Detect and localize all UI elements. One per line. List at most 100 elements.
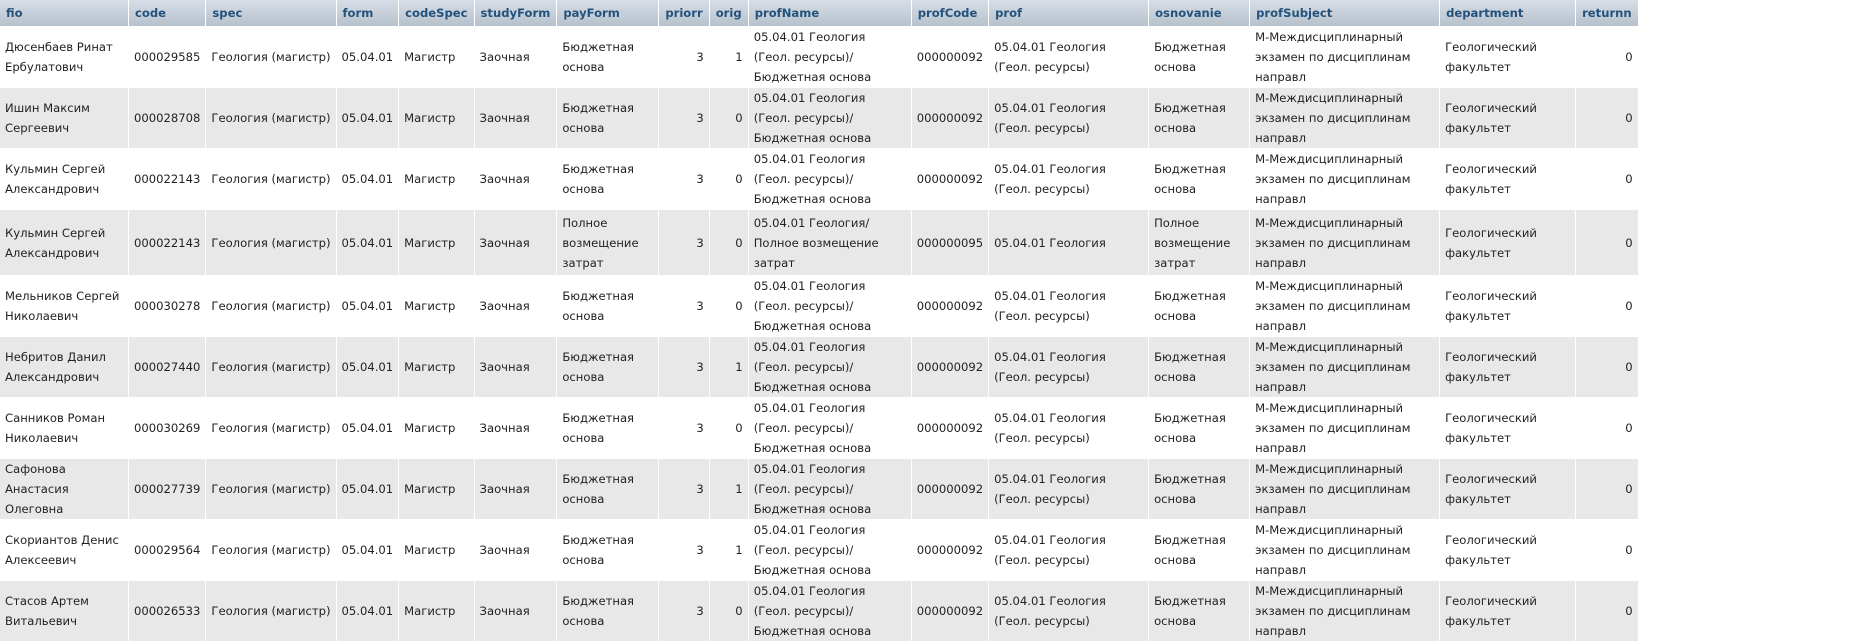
cell-studyform: Заочная — [474, 581, 558, 642]
cell-fio: Сафонова Анастасия Олеговна — [0, 459, 129, 520]
cell-osnovanie: Бюджетная основа — [1149, 27, 1251, 88]
cell-spec: Геология (магистр) — [206, 398, 337, 459]
column-header-form[interactable]: form — [336, 0, 400, 27]
cell-profname: 05.04.01 Геология (Геол. ресурсы)/Бюджет… — [748, 581, 912, 642]
cell-returnn: 0 — [1576, 27, 1639, 88]
cell-form: 05.04.01 — [336, 276, 400, 337]
cell-codespec: Магистр — [399, 276, 475, 337]
cell-returnn: 0 — [1576, 337, 1639, 398]
cell-profname: 05.04.01 Геология (Геол. ресурсы)/Бюджет… — [748, 88, 912, 149]
cell-returnn: 0 — [1576, 149, 1639, 210]
cell-studyform: Заочная — [474, 398, 558, 459]
column-header-profname[interactable]: profName — [748, 0, 912, 27]
cell-prof: 05.04.01 Геология (Геол. ресурсы) — [989, 88, 1150, 149]
cell-payform: Бюджетная основа — [557, 459, 660, 520]
cell-fio: Кульмин Сергей Александрович — [0, 149, 129, 210]
cell-form: 05.04.01 — [336, 459, 400, 520]
cell-spec: Геология (магистр) — [206, 337, 337, 398]
table-row[interactable]: Кульмин Сергей Александрович 000022143 Гео… — [0, 149, 1639, 210]
cell-profsubject: М-Междисциплинарный экзамен по дисциплин… — [1250, 27, 1441, 88]
column-header-priorr[interactable]: priorr — [659, 0, 710, 27]
cell-returnn: 0 — [1576, 581, 1639, 642]
cell-priorr: 3 — [659, 520, 710, 581]
table-row[interactable]: Скориантов Денис Алексеевич 000029564 Геол… — [0, 520, 1639, 581]
column-header-osnovanie[interactable]: osnovanie — [1149, 0, 1251, 27]
cell-profname: 05.04.01 Геология (Геол. ресурсы)/Бюджет… — [748, 520, 912, 581]
cell-profname: 05.04.01 Геология (Геол. ресурсы)/Бюджет… — [748, 398, 912, 459]
column-header-spec[interactable]: spec — [206, 0, 337, 27]
cell-fio: Мельников Сергей Николаевич — [0, 276, 129, 337]
column-header-code[interactable]: code — [129, 0, 207, 27]
table-row[interactable]: Санников Роман Николаевич 000030269 Геолог… — [0, 398, 1639, 459]
cell-spec: Геология (магистр) — [206, 520, 337, 581]
cell-prof: 05.04.01 Геология — [989, 210, 1150, 276]
cell-payform: Бюджетная основа — [557, 88, 660, 149]
cell-priorr: 3 — [659, 276, 710, 337]
cell-osnovanie: Бюджетная основа — [1149, 520, 1251, 581]
column-header-orig[interactable]: orig — [709, 0, 749, 27]
column-header-department[interactable]: department — [1440, 0, 1577, 27]
column-header-prof[interactable]: prof — [989, 0, 1150, 27]
cell-osnovanie: Бюджетная основа — [1149, 88, 1251, 149]
cell-fio: Дюсенбаев Ринат Ербулатович — [0, 27, 129, 88]
column-header-profcode[interactable]: profCode — [911, 0, 990, 27]
cell-orig: 0 — [709, 398, 749, 459]
cell-prof: 05.04.01 Геология (Геол. ресурсы) — [989, 459, 1150, 520]
cell-priorr: 3 — [659, 27, 710, 88]
cell-spec: Геология (магистр) — [206, 276, 337, 337]
column-header-studyform[interactable]: studyForm — [474, 0, 558, 27]
cell-fio: Ишин Максим Сергеевич — [0, 88, 129, 149]
cell-fio: Небритов Данил Александрович — [0, 337, 129, 398]
column-header-payform[interactable]: payForm — [557, 0, 660, 27]
cell-code: 000027739 — [129, 459, 207, 520]
column-header-codespec[interactable]: codeSpec — [399, 0, 475, 27]
cell-prof: 05.04.01 Геология (Геол. ресурсы) — [989, 276, 1150, 337]
cell-department: Геологический факультет — [1440, 276, 1577, 337]
cell-code: 000027440 — [129, 337, 207, 398]
cell-department: Геологический факультет — [1440, 27, 1577, 88]
cell-payform: Бюджетная основа — [557, 398, 660, 459]
cell-priorr: 3 — [659, 149, 710, 210]
cell-profsubject: М-Междисциплинарный экзамен по дисциплин… — [1250, 520, 1441, 581]
cell-returnn: 0 — [1576, 210, 1639, 276]
table-row[interactable]: Дюсенбаев Ринат Ербулатович 000029585 Геол… — [0, 27, 1639, 88]
cell-fio: Кульмин Сергей Александрович — [0, 210, 129, 276]
column-header-fio[interactable]: fio — [0, 0, 129, 27]
cell-orig: 0 — [709, 276, 749, 337]
cell-payform: Бюджетная основа — [557, 27, 660, 88]
cell-osnovanie: Бюджетная основа — [1149, 337, 1251, 398]
cell-studyform: Заочная — [474, 210, 558, 276]
results-table: fio code spec form codeSpec studyForm pa… — [0, 0, 1639, 642]
column-header-returnn[interactable]: returnn — [1576, 0, 1639, 27]
table-row[interactable]: Ишин Максим Сергеевич 000028708 Геология (… — [0, 88, 1639, 149]
table-row[interactable]: Кульмин Сергей Александрович 000022143 Гео… — [0, 210, 1639, 276]
cell-osnovanie: Бюджетная основа — [1149, 459, 1251, 520]
cell-studyform: Заочная — [474, 276, 558, 337]
cell-codespec: Магистр — [399, 398, 475, 459]
cell-studyform: Заочная — [474, 88, 558, 149]
table-row[interactable]: Мельников Сергей Николаевич 000030278 Геол… — [0, 276, 1639, 337]
cell-orig: 1 — [709, 27, 749, 88]
table-row[interactable]: Небритов Данил Александрович 000027440 Гео… — [0, 337, 1639, 398]
cell-form: 05.04.01 — [336, 398, 400, 459]
table-row[interactable]: Стасов Артем Витальевич 000026533 Геология… — [0, 581, 1639, 642]
cell-osnovanie: Бюджетная основа — [1149, 581, 1251, 642]
cell-fio: Стасов Артем Витальевич — [0, 581, 129, 642]
cell-department: Геологический факультет — [1440, 459, 1577, 520]
column-header-profsubject[interactable]: profSubject — [1250, 0, 1441, 27]
cell-osnovanie: Бюджетная основа — [1149, 398, 1251, 459]
table-row[interactable]: Сафонова Анастасия Олеговна 000027739 Геол… — [0, 459, 1639, 520]
cell-profsubject: М-Междисциплинарный экзамен по дисциплин… — [1250, 581, 1441, 642]
cell-payform: Бюджетная основа — [557, 520, 660, 581]
cell-studyform: Заочная — [474, 27, 558, 88]
cell-form: 05.04.01 — [336, 210, 400, 276]
cell-codespec: Магистр — [399, 520, 475, 581]
cell-code: 000022143 — [129, 149, 207, 210]
cell-form: 05.04.01 — [336, 337, 400, 398]
cell-orig: 0 — [709, 210, 749, 276]
cell-department: Геологический факультет — [1440, 581, 1577, 642]
cell-profsubject: М-Междисциплинарный экзамен по дисциплин… — [1250, 88, 1441, 149]
cell-osnovanie: Полное возмещение затрат — [1149, 210, 1251, 276]
cell-department: Геологический факультет — [1440, 149, 1577, 210]
cell-spec: Геология (магистр) — [206, 88, 337, 149]
